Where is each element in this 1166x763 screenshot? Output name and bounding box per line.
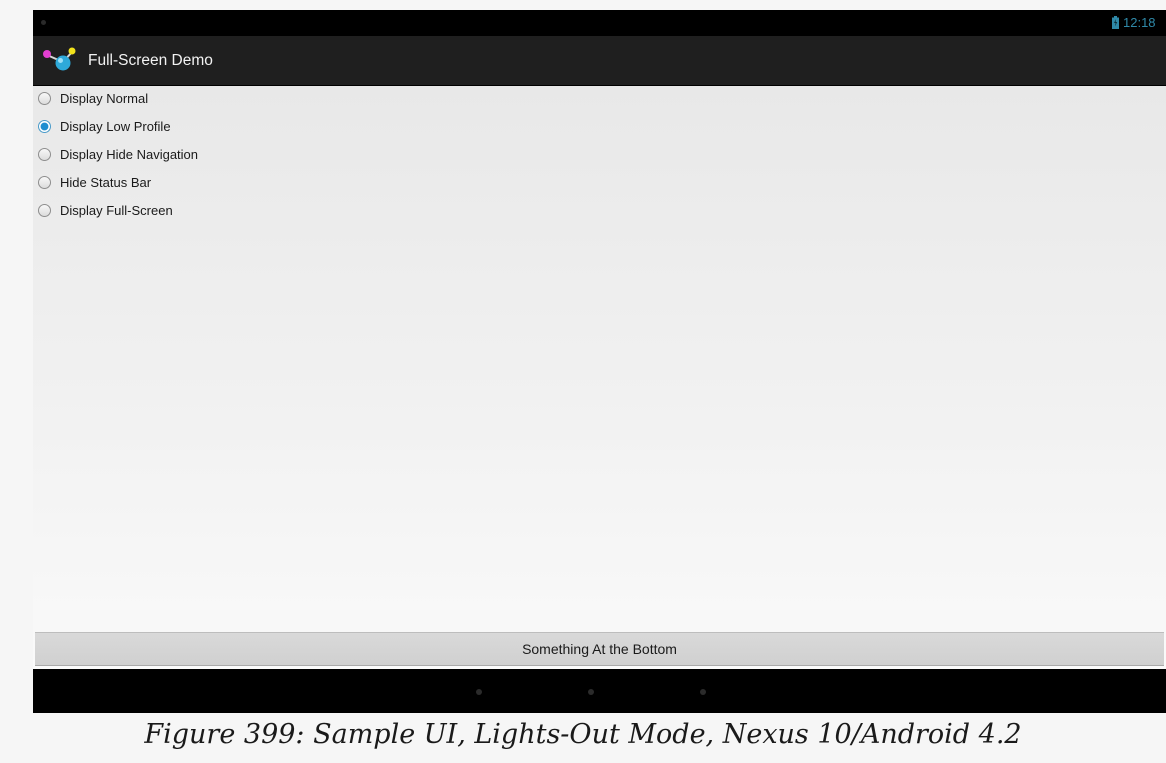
- navigation-bar: [33, 669, 1166, 713]
- notification-dot-icon: [41, 20, 46, 25]
- status-bar: 12:18: [33, 10, 1166, 36]
- radio-button-selected-icon[interactable]: [38, 120, 51, 133]
- radio-button-icon[interactable]: [38, 92, 51, 105]
- radio-label: Display Full-Screen: [60, 203, 173, 218]
- bottom-button[interactable]: Something At the Bottom: [35, 632, 1164, 666]
- recents-dot-icon[interactable]: [700, 689, 706, 695]
- home-dot-icon[interactable]: [588, 689, 594, 695]
- radio-display-low-profile[interactable]: Display Low Profile: [33, 114, 393, 142]
- molecule-app-icon[interactable]: [41, 46, 79, 74]
- status-clock: 12:18: [1123, 15, 1156, 30]
- radio-label: Display Low Profile: [60, 119, 171, 134]
- page: 12:18 Full-Screen Demo Display Normal Di…: [0, 0, 1166, 763]
- radio-label: Display Normal: [60, 91, 149, 106]
- radio-display-full-screen[interactable]: Display Full-Screen: [33, 198, 393, 226]
- radio-label: Hide Status Bar: [60, 175, 152, 190]
- back-dot-icon[interactable]: [476, 689, 482, 695]
- radio-hide-status-bar[interactable]: Hide Status Bar: [33, 170, 393, 198]
- figure-caption: Figure 399: Sample UI, Lights-Out Mode, …: [144, 719, 1022, 750]
- device-screen: 12:18 Full-Screen Demo Display Normal Di…: [33, 10, 1166, 713]
- radio-label: Display Hide Navigation: [60, 147, 199, 162]
- radio-button-icon[interactable]: [38, 176, 51, 189]
- app-title: Full-Screen Demo: [88, 52, 213, 69]
- radio-button-icon[interactable]: [38, 148, 51, 161]
- battery-charging-icon: [1112, 16, 1119, 29]
- radio-button-icon[interactable]: [38, 204, 51, 217]
- radio-display-normal[interactable]: Display Normal: [33, 86, 393, 114]
- action-bar: Full-Screen Demo: [33, 36, 1166, 86]
- radio-display-hide-navigation[interactable]: Display Hide Navigation: [33, 142, 393, 170]
